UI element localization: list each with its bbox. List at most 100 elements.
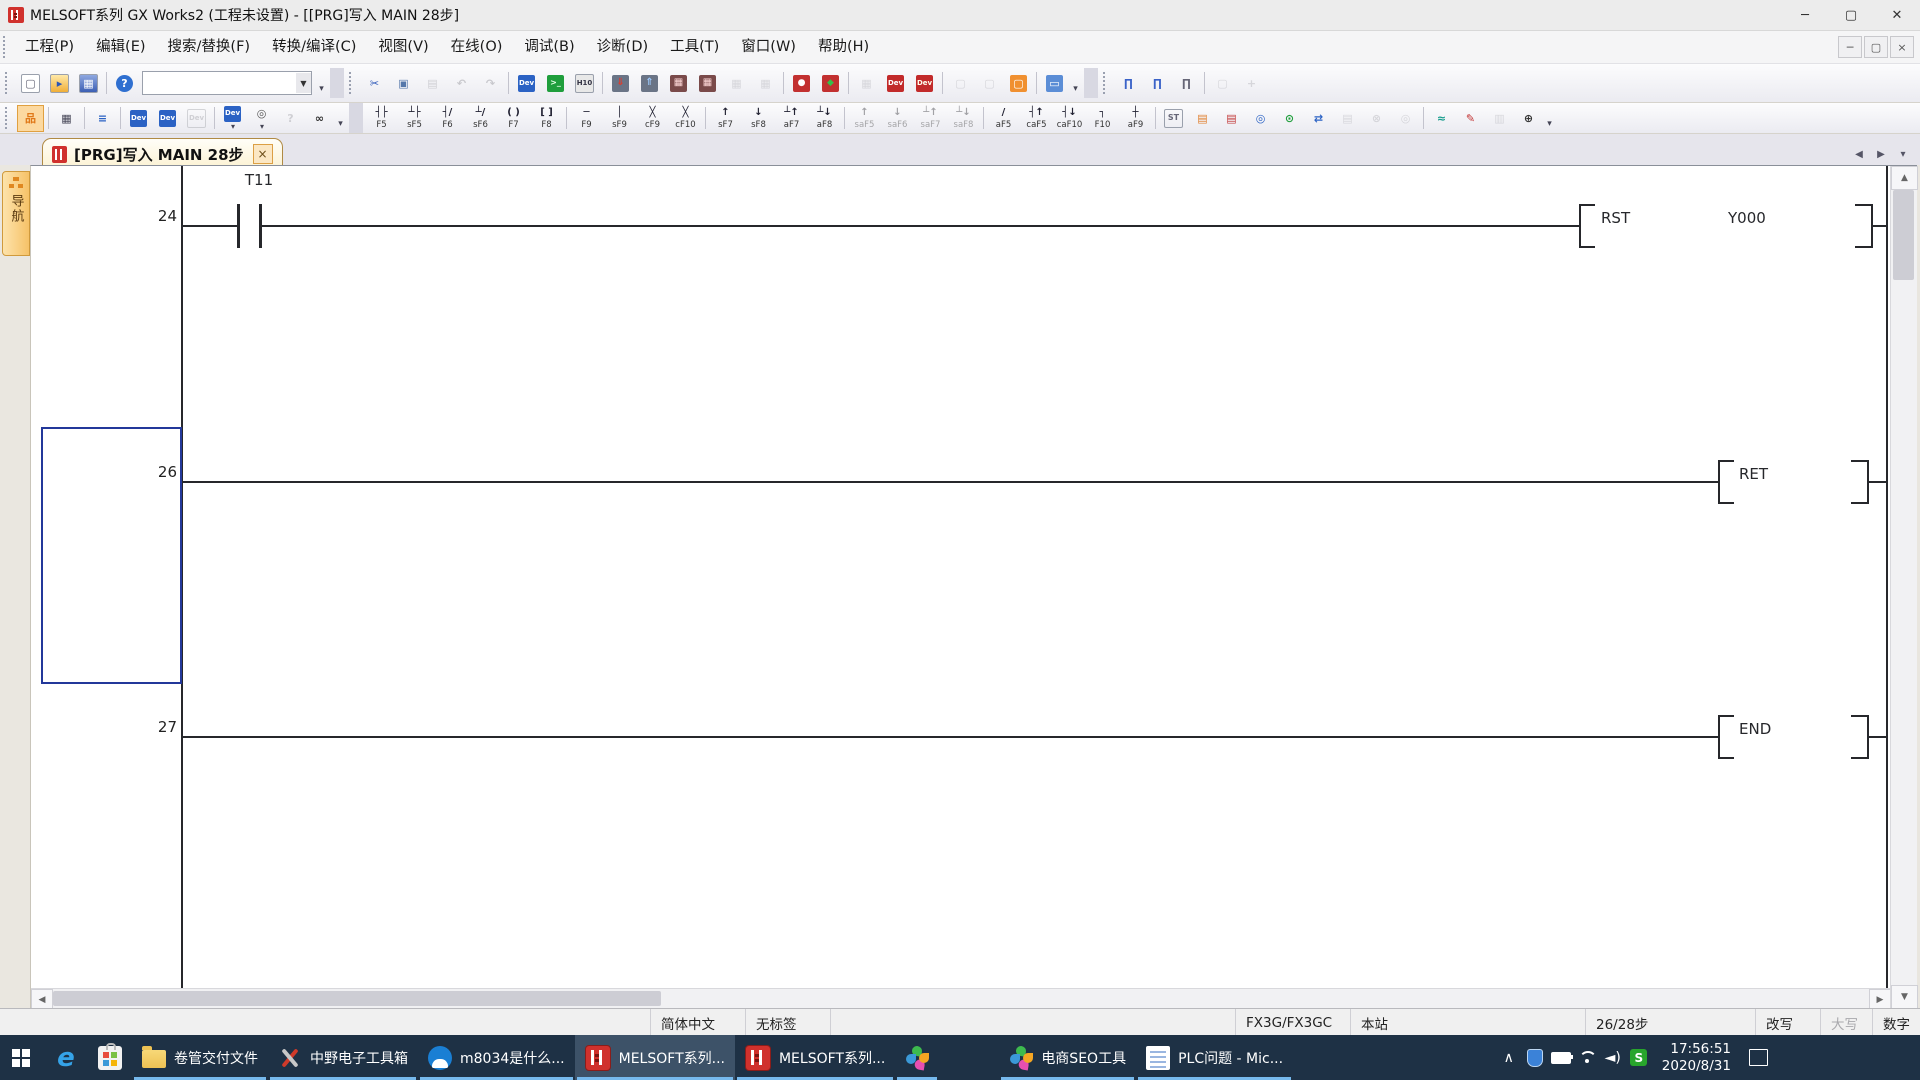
device-memory-list-button[interactable]: Dev	[154, 105, 181, 132]
menu-item-9[interactable]: 窗口(W)	[730, 32, 807, 62]
vertical-line-button[interactable]: │sF9	[604, 105, 635, 132]
tray-battery-icon[interactable]	[1548, 1035, 1574, 1080]
toolbar2-overflow-left[interactable]: ▾	[334, 105, 347, 131]
device-display-dropdown[interactable]: Dev▾	[219, 105, 246, 132]
inline-st-button[interactable]: ST	[1160, 105, 1187, 132]
note-button[interactable]: ▤	[1218, 105, 1245, 132]
device-memory-edit-button[interactable]: Dev	[513, 70, 540, 97]
cross-reference-button[interactable]: ⇄	[1305, 105, 1332, 132]
rst-op-label[interactable]: RST	[1601, 208, 1630, 228]
help-button[interactable]: ?	[111, 70, 138, 97]
taskbar-store-button[interactable]	[88, 1035, 132, 1080]
open-project-button[interactable]: ▸	[46, 70, 73, 97]
close-contact-button[interactable]: ┤/F6	[432, 105, 463, 132]
navigation-window-toggle[interactable]: 品	[17, 105, 44, 132]
logic-analyzer-button[interactable]: ∏	[1144, 70, 1171, 97]
line-edit-button[interactable]: ┼aF9	[1120, 105, 1151, 132]
rising-pulse-button[interactable]: ↑sF7	[710, 105, 741, 132]
maximize-button[interactable]: ▢	[1828, 0, 1874, 30]
parallel-falling-close-button[interactable]: ┴↓saF8	[948, 105, 979, 132]
device-find-button[interactable]: ◎	[1392, 105, 1419, 132]
program-compare-button[interactable]: ≈	[1428, 105, 1455, 132]
module-configuration-button[interactable]: ▦	[53, 105, 80, 132]
intelligent-function-module-button[interactable]: ▢	[1005, 70, 1032, 97]
menu-item-5[interactable]: 在线(O)	[440, 32, 514, 62]
taskbar-melsoft-button-1[interactable]: MELSOFT系列...	[575, 1035, 735, 1080]
delete-vertical-line-button[interactable]: ╳cF10	[670, 105, 701, 132]
zoom-button[interactable]: ⊕	[1515, 105, 1542, 132]
dropdown-arrow-icon[interactable]: ▾	[260, 122, 264, 131]
copy-button[interactable]: ▣	[390, 70, 417, 97]
hscroll-right-button[interactable]: ▶	[1869, 989, 1891, 1010]
menu-item-7[interactable]: 诊断(D)	[586, 32, 659, 62]
end-op-label[interactable]: END	[1739, 719, 1771, 739]
menu-item-6[interactable]: 调试(B)	[513, 32, 585, 62]
vscroll-thumb[interactable]	[1893, 190, 1914, 280]
trace-setting-button[interactable]: ∏	[1173, 70, 1200, 97]
print-button[interactable]: ▤	[1334, 105, 1361, 132]
tray-chevron-icon[interactable]: ∧	[1496, 1035, 1522, 1080]
navigation-panel-tab[interactable]: 导航	[2, 171, 30, 256]
toolbar1-overflow-left[interactable]: ▾	[315, 70, 328, 96]
tray-app-icon[interactable]: S	[1626, 1035, 1652, 1080]
parallel-falling-pulse-button[interactable]: ┴↓aF8	[809, 105, 840, 132]
parallel-close-contact-button[interactable]: ┴/sF6	[465, 105, 496, 132]
application-instruction-button[interactable]: [ ]F8	[531, 105, 562, 132]
module-monitor-button[interactable]: ▢	[1209, 70, 1236, 97]
sampling-trace-button[interactable]: ∏	[1115, 70, 1142, 97]
menu-item-10[interactable]: 帮助(H)	[807, 32, 880, 62]
menu-item-1[interactable]: 编辑(E)	[85, 32, 156, 62]
program-check-button[interactable]: >_	[542, 70, 569, 97]
falling-pulse-button[interactable]: ↓sF8	[743, 105, 774, 132]
hscroll-thumb[interactable]	[53, 991, 661, 1006]
device-comment-button[interactable]: Dev	[125, 105, 152, 132]
mdi-restore-button[interactable]: ▢	[1864, 36, 1888, 58]
taskbar-seo-button[interactable]: 电商SEO工具	[999, 1035, 1136, 1080]
cut-button[interactable]: ✂	[361, 70, 388, 97]
branch-line-button[interactable]: ┐F10	[1087, 105, 1118, 132]
invert-operation-button[interactable]: /aF5	[988, 105, 1019, 132]
vscroll-down-button[interactable]: ▼	[1891, 985, 1918, 1009]
help-faq-button[interactable]: ?	[277, 105, 304, 132]
monitor-write-plc-button[interactable]: ▦	[694, 70, 721, 97]
statement-button[interactable]: ▤	[1189, 105, 1216, 132]
taskbar-petal-button[interactable]	[895, 1035, 939, 1080]
read-from-plc-button[interactable]: ⇑	[636, 70, 663, 97]
split-window-button[interactable]: ▥	[1486, 105, 1513, 132]
tab-scroll-right-button[interactable]: ▶	[1872, 145, 1890, 163]
parallel-rising-pulse-button[interactable]: ┴↑aF7	[776, 105, 807, 132]
menu-item-3[interactable]: 转换/编译(C)	[261, 32, 367, 62]
convert-button[interactable]: ⊙	[1276, 105, 1303, 132]
minimize-button[interactable]: ─	[1782, 0, 1828, 30]
tray-volume-icon[interactable]: ◄)	[1600, 1035, 1626, 1080]
rung-24-contact[interactable]	[237, 204, 240, 248]
monitor-write-mode-button[interactable]: Dev	[911, 70, 938, 97]
transfer-setup-button[interactable]: ▭	[1041, 70, 1068, 97]
verify-with-plc-button[interactable]: ▦	[723, 70, 750, 97]
taskbar-edge-button[interactable]: e	[44, 1035, 88, 1080]
combo-dropdown-icon[interactable]: ▼	[296, 73, 311, 93]
device-cc-link-button[interactable]: Dev	[183, 105, 210, 132]
monitor-stop-button[interactable]: ◆	[817, 70, 844, 97]
toolbar1-overflow-mid[interactable]: ▾	[1069, 70, 1082, 96]
tray-shield-icon[interactable]	[1522, 1035, 1548, 1080]
toolbar2-overflow-right[interactable]: ▾	[1543, 105, 1556, 131]
tab-close-button[interactable]: ×	[253, 144, 273, 164]
device-search-dropdown[interactable]: ◎▾	[248, 105, 275, 132]
menu-item-0[interactable]: 工程(P)	[14, 32, 85, 62]
hscroll-left-button[interactable]: ◀	[31, 989, 53, 1010]
dropdown-arrow-icon[interactable]: ▾	[231, 122, 235, 131]
taskbar-word-button[interactable]: PLC问题 - Mic...	[1136, 1035, 1293, 1080]
delete-horizontal-line-button[interactable]: ╳cF9	[637, 105, 668, 132]
rising-pulse-close-button[interactable]: ↑saF5	[849, 105, 880, 132]
falling-pulse-close-button[interactable]: ↓saF6	[882, 105, 913, 132]
parallel-open-contact-button[interactable]: ┴├sF5	[399, 105, 430, 132]
local-device-monitor-button[interactable]: ▦	[853, 70, 880, 97]
vscroll-up-button[interactable]: ▲	[1891, 166, 1918, 190]
paste-button[interactable]: ▤	[419, 70, 446, 97]
mdi-minimize-button[interactable]: ─	[1838, 36, 1862, 58]
taskbar-browser-button[interactable]: m8034是什么...	[418, 1035, 575, 1080]
label-combobox[interactable]: ▼	[142, 71, 312, 95]
pulse-conversion-button[interactable]: ┤↑caF5	[1021, 105, 1052, 132]
tab-scroll-left-button[interactable]: ◀	[1850, 145, 1868, 163]
